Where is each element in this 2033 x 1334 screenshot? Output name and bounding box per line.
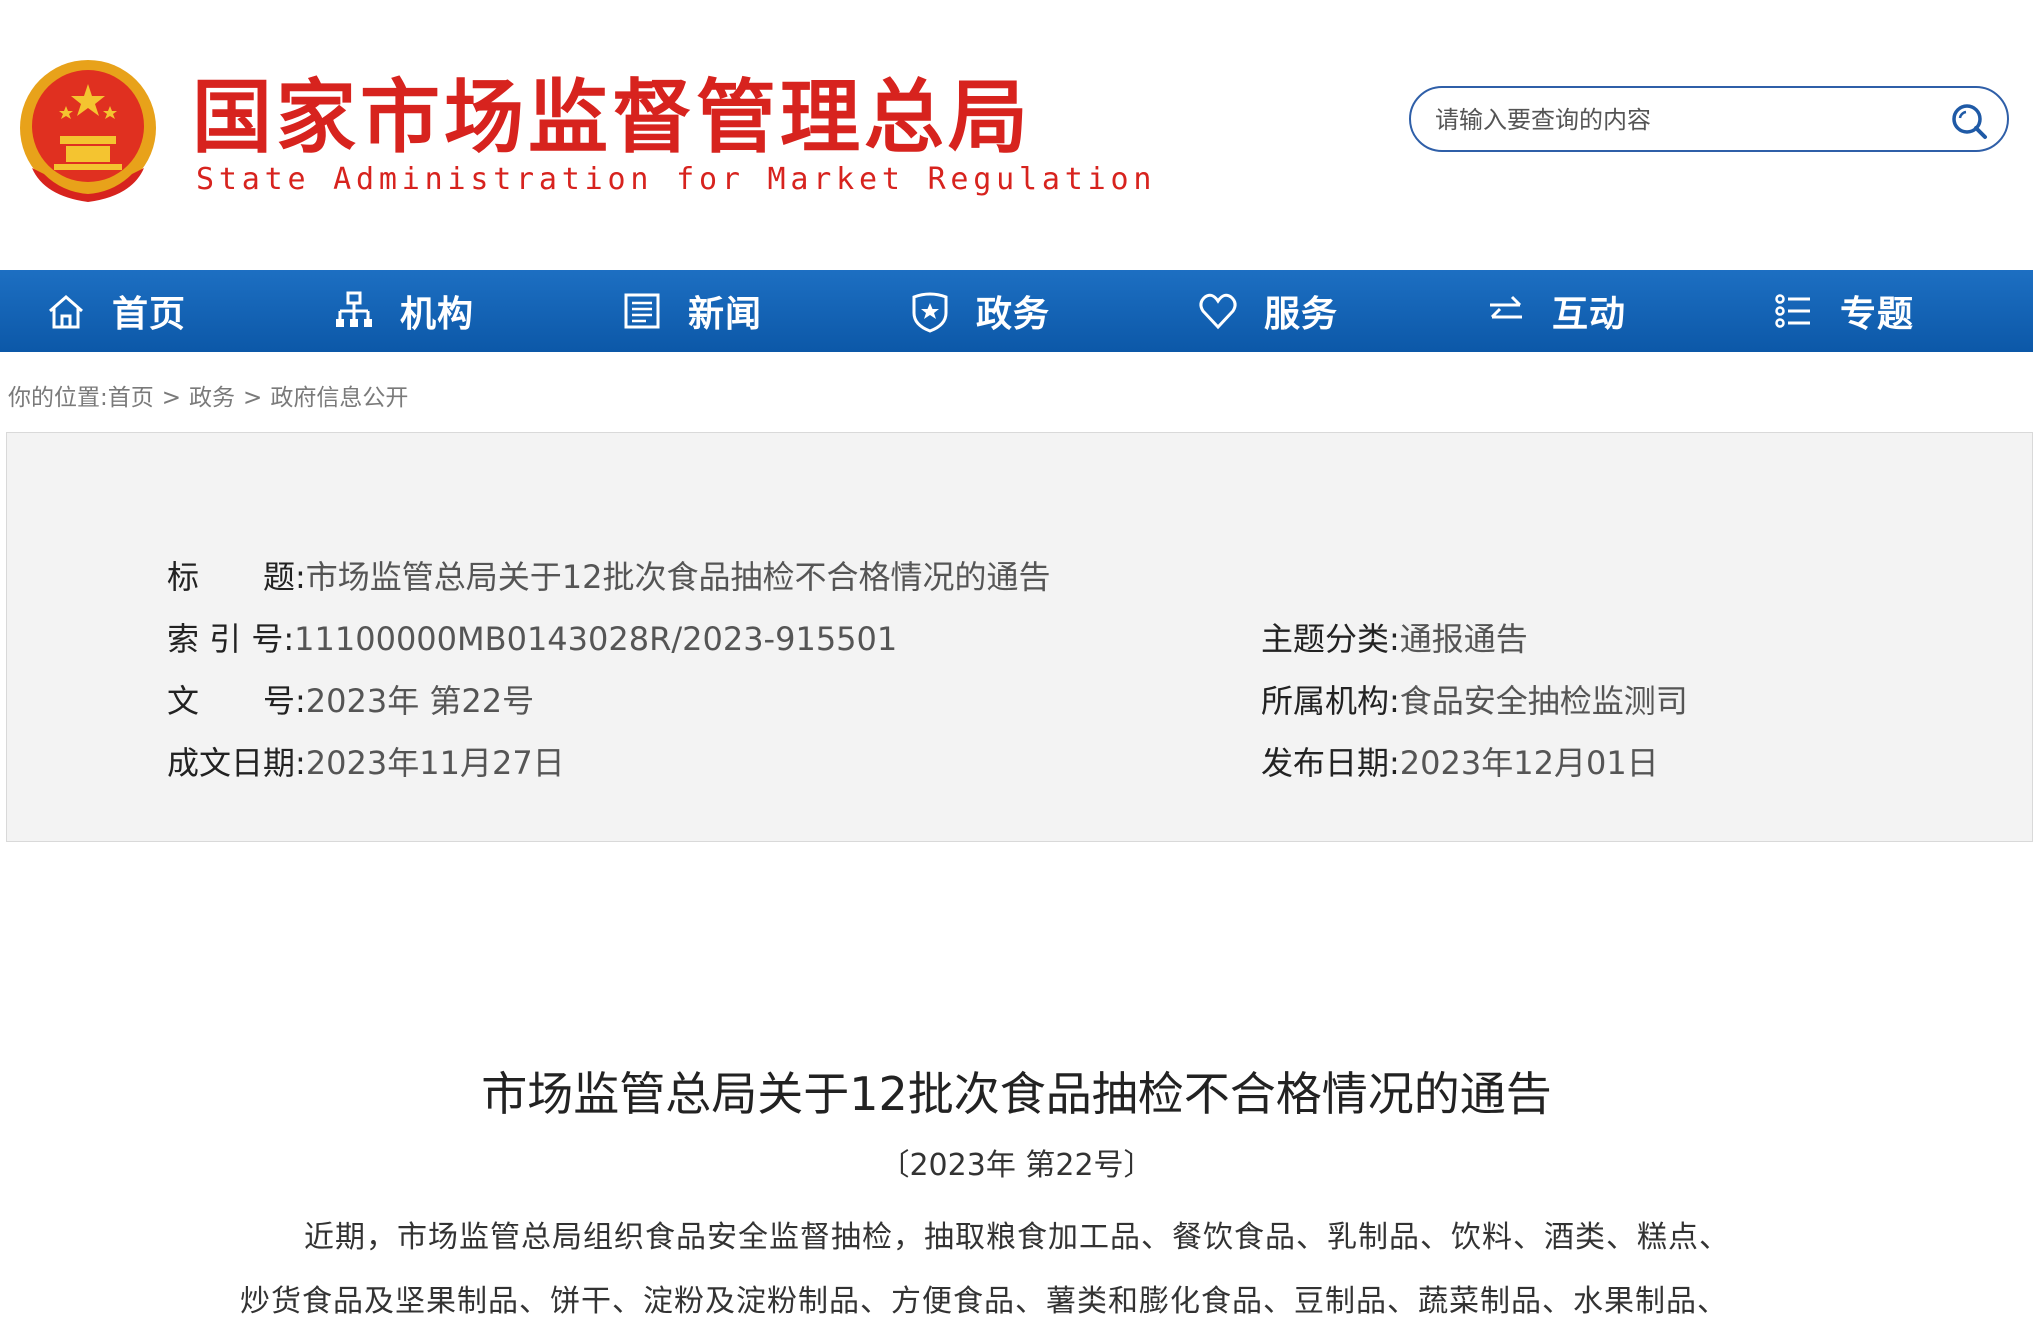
meta-docno-label: 文 号: [167, 682, 306, 720]
national-emblem-icon [20, 60, 156, 202]
meta-written-row: 成文日期:2023年11月27日 [167, 741, 565, 785]
nav-item-label: 专题 [1840, 294, 1915, 335]
breadcrumb-home[interactable]: 首页 [108, 385, 154, 411]
breadcrumb-separator: > [243, 385, 263, 411]
meta-topic-value: 通报通告 [1399, 620, 1528, 658]
meta-publish-label: 发布日期: [1261, 744, 1400, 782]
home-icon [49, 295, 83, 329]
article-title: 市场监管总局关于12批次食品抽检不合格情况的通告 [481, 1067, 1552, 1121]
search-box [1409, 86, 2009, 152]
meta-index-row: 索 引 号:11100000MB0143028R/2023-915501 [167, 617, 897, 661]
meta-index-value: 11100000MB0143028R/2023-915501 [294, 620, 898, 658]
article-body: 近期，市场监管总局组织食品安全监督抽检，抽取粮食加工品、餐饮食品、乳制品、饮料、… [240, 1206, 1800, 1334]
meta-docno-value: 2023年 第22号 [305, 682, 535, 720]
nav-item-label: 新闻 [688, 294, 763, 335]
meta-topic-label: 主题分类: [1261, 620, 1400, 658]
nav-item-label: 机构 [400, 294, 475, 335]
main-nav: 首页 机构 新闻 政务 服务 互动 专题 [0, 270, 2033, 352]
meta-title-row: 标 题:市场监管总局关于12批次食品抽检不合格情况的通告 [167, 555, 1051, 599]
meta-publish-value: 2023年12月01日 [1399, 744, 1659, 782]
nav-item-org[interactable]: 机构 [288, 270, 576, 352]
search-icon[interactable] [1949, 101, 1989, 141]
meta-title-value: 市场监管总局关于12批次食品抽检不合格情况的通告 [305, 558, 1051, 596]
nav-item-news[interactable]: 新闻 [576, 270, 864, 352]
nav-item-label: 互动 [1552, 294, 1627, 335]
meta-index-label: 索 引 号: [167, 620, 295, 658]
org-chart-icon [336, 291, 372, 327]
site-header: 国家市场监督管理总局 State Administration for Mark… [0, 0, 2033, 270]
meta-agency-row: 所属机构:食品安全抽检监测司 [1261, 679, 1688, 723]
nav-item-label: 首页 [112, 294, 187, 335]
breadcrumb-info-disclosure[interactable]: 政府信息公开 [270, 385, 408, 411]
site-name-cn: 国家市场监督管理总局 [192, 71, 1032, 164]
breadcrumb-gov[interactable]: 政务 [189, 385, 235, 411]
newspaper-icon [624, 293, 660, 329]
article-paragraph-continued: 炒货食品及坚果制品、饼干、淀粉及淀粉制品、方便食品、薯类和膨化食品、豆制品、蔬菜… [240, 1284, 1728, 1319]
breadcrumb: 你的位置:首页 > 政务 > 政府信息公开 [8, 378, 408, 412]
meta-docno-row: 文 号:2023年 第22号 [167, 679, 534, 723]
nav-item-topics[interactable]: 专题 [1728, 270, 2016, 352]
meta-written-value: 2023年11月27日 [305, 744, 565, 782]
meta-publish-row: 发布日期:2023年12月01日 [1261, 741, 1659, 785]
shield-star-icon [912, 292, 948, 333]
meta-topic-row: 主题分类:通报通告 [1261, 617, 1528, 661]
nav-item-gov[interactable]: 政务 [864, 270, 1152, 352]
meta-agency-value: 食品安全抽检监测司 [1399, 682, 1688, 720]
breadcrumb-prefix: 你的位置: [8, 385, 108, 411]
meta-agency-label: 所属机构: [1261, 682, 1400, 720]
meta-written-label: 成文日期: [167, 744, 306, 782]
site-name-en: State Administration for Market Regulati… [196, 162, 1157, 197]
nav-item-home[interactable]: 首页 [0, 270, 288, 352]
article-doc-number: 〔2023年 第22号〕 [879, 1148, 1154, 1183]
search-input[interactable] [1433, 98, 1917, 142]
document-metadata: 标 题:市场监管总局关于12批次食品抽检不合格情况的通告 索 引 号:11100… [6, 432, 2033, 842]
article-paragraph: 近期，市场监管总局组织食品安全监督抽检，抽取粮食加工品、餐饮食品、乳制品、饮料、… [304, 1220, 1730, 1255]
exchange-arrows-icon [1490, 295, 1522, 319]
heart-icon [1199, 293, 1237, 330]
meta-title-label: 标 题: [167, 558, 306, 596]
nav-item-label: 政务 [976, 294, 1051, 335]
nav-item-service[interactable]: 服务 [1152, 270, 1440, 352]
list-icon [1775, 294, 1810, 328]
breadcrumb-separator: > [161, 385, 182, 411]
nav-item-interact[interactable]: 互动 [1440, 270, 1728, 352]
nav-item-label: 服务 [1264, 294, 1339, 335]
